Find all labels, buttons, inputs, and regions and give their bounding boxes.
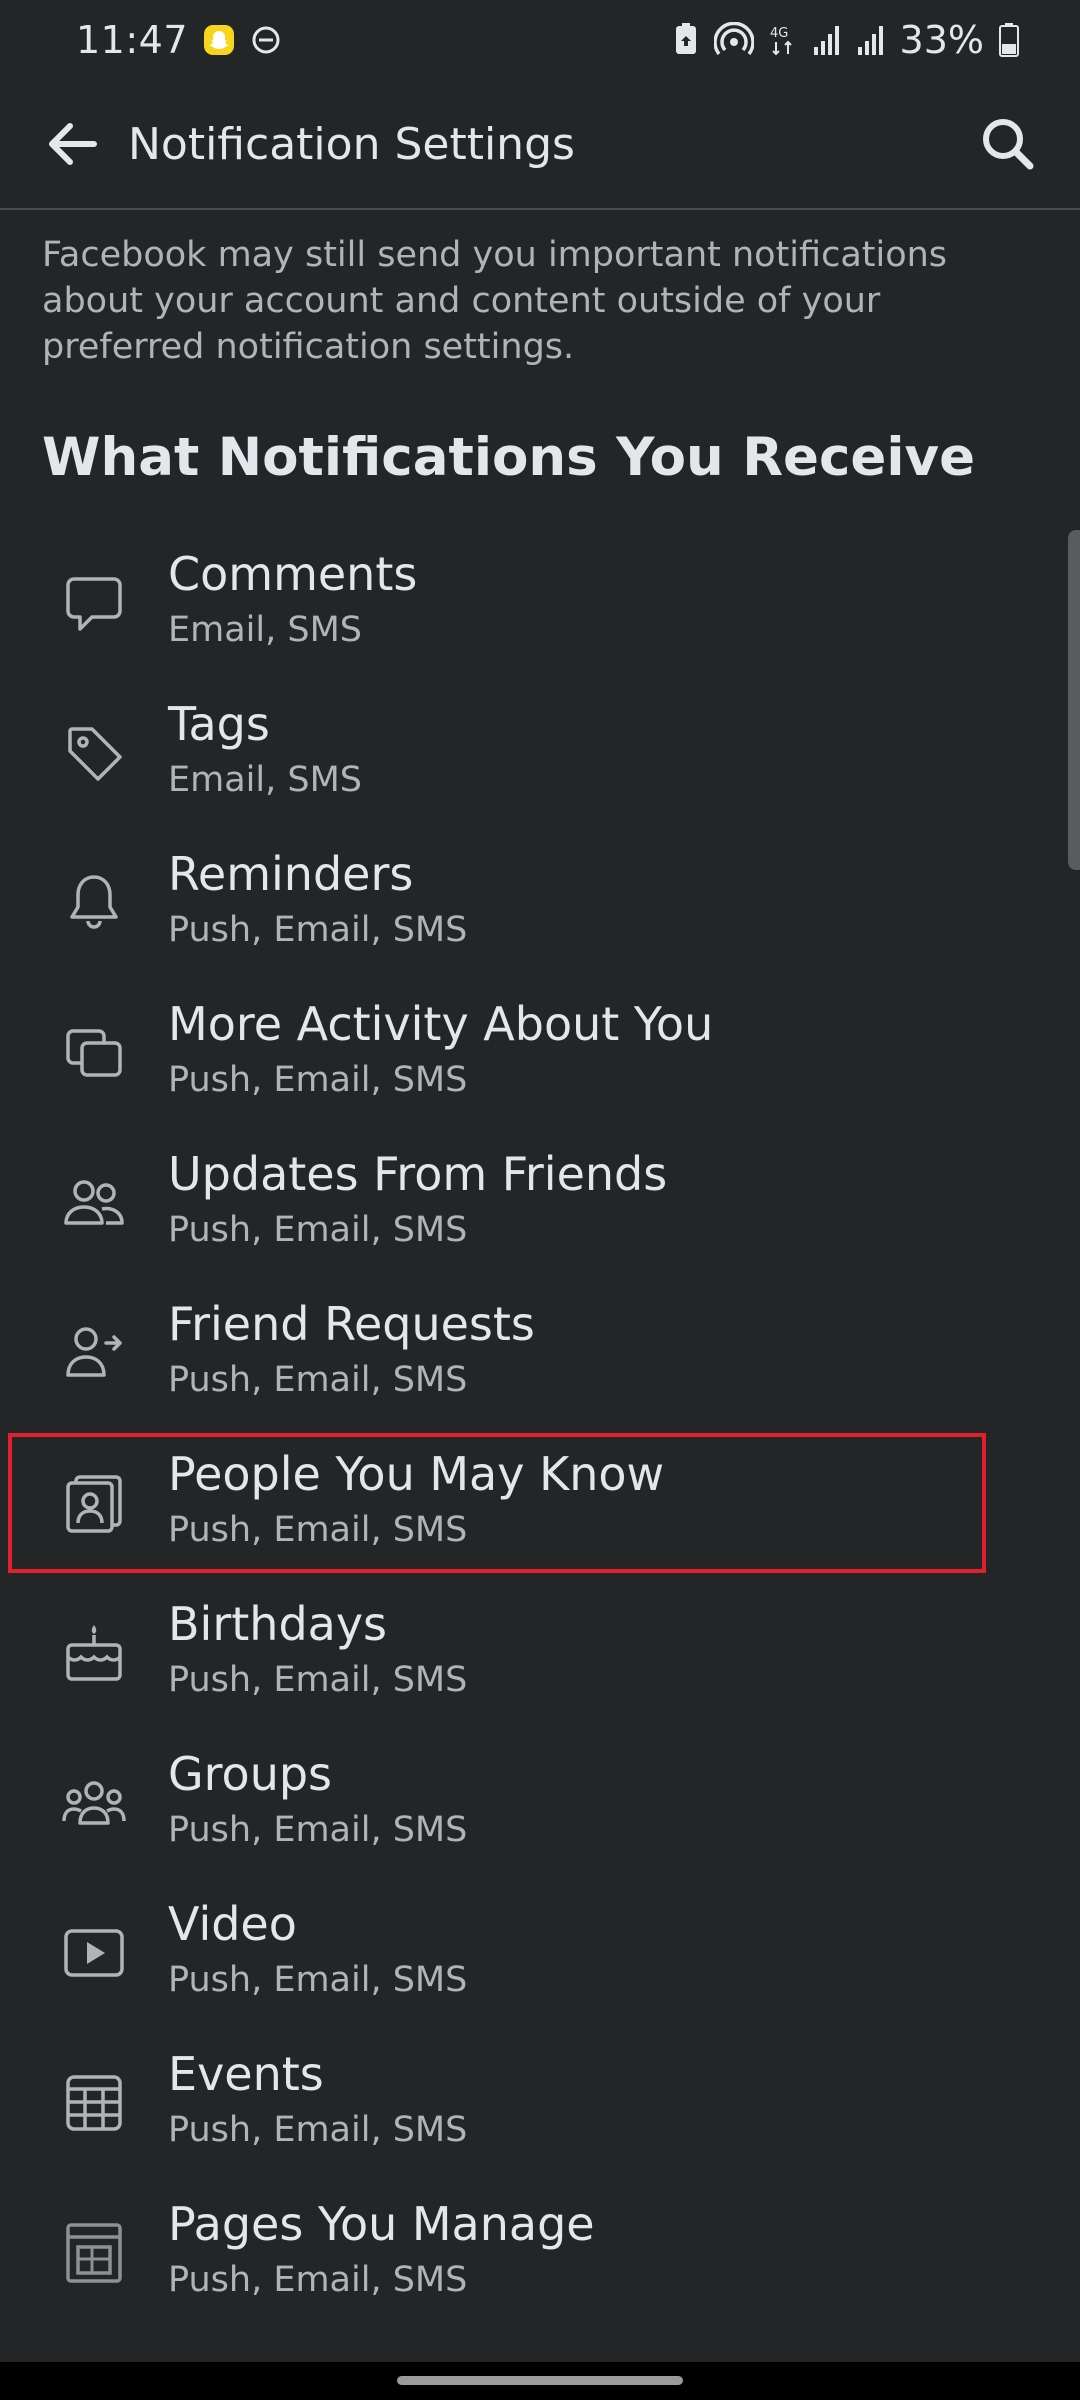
- signal-1-icon: [812, 23, 842, 57]
- setting-item-more-activity[interactable]: More Activity About You Push, Email, SMS: [0, 977, 1080, 1127]
- navigation-bar: [0, 2362, 1080, 2400]
- notification-types-list: Comments Email, SMS Tags Email, SMS Remi…: [0, 527, 1080, 2327]
- setting-title: Groups: [168, 1747, 333, 1801]
- setting-title: Reminders: [168, 847, 414, 901]
- setting-item-comments[interactable]: Comments Email, SMS: [0, 527, 1080, 677]
- back-arrow-icon: [49, 123, 97, 165]
- setting-item-groups[interactable]: Groups Push, Email, SMS: [0, 1727, 1080, 1877]
- groups-icon: [58, 1767, 130, 1839]
- setting-item-birthdays[interactable]: Birthdays Push, Email, SMS: [0, 1577, 1080, 1727]
- setting-item-reminders[interactable]: Reminders Push, Email, SMS: [0, 827, 1080, 977]
- signal-2-icon: [856, 23, 886, 57]
- setting-title: People You May Know: [168, 1447, 665, 1501]
- app-bar: Notification Settings: [0, 80, 1080, 210]
- setting-title: Friend Requests: [168, 1297, 535, 1351]
- svg-text:4G: 4G: [770, 26, 788, 41]
- setting-title: Comments: [168, 547, 418, 601]
- activity-icon: [58, 1017, 130, 1089]
- notification-settings-screen: 11:47 4G 33% Notification Settings Faceb…: [0, 0, 1080, 2400]
- setting-item-updates-from-friends[interactable]: Updates From Friends Push, Email, SMS: [0, 1127, 1080, 1277]
- setting-title: Tags: [168, 697, 270, 751]
- page-icon: [58, 2217, 130, 2289]
- calendar-icon: [58, 2067, 130, 2139]
- settings-content[interactable]: Facebook may still send you important no…: [0, 212, 1080, 2362]
- network-type-icon: 4G: [768, 22, 798, 58]
- birthday-cake-icon: [58, 1617, 130, 1689]
- setting-channels: Push, Email, SMS: [168, 1510, 468, 1550]
- battery-icon: [998, 22, 1020, 58]
- back-button[interactable]: [22, 94, 122, 194]
- scrollbar[interactable]: [1068, 530, 1080, 870]
- status-bar: 11:47 4G 33%: [0, 0, 1080, 80]
- tag-icon: [58, 717, 130, 789]
- setting-channels: Push, Email, SMS: [168, 2110, 468, 2150]
- setting-item-video[interactable]: Video Push, Email, SMS: [0, 1877, 1080, 2027]
- setting-title: Updates From Friends: [168, 1147, 668, 1201]
- status-time: 11:47: [76, 18, 189, 62]
- home-indicator[interactable]: [397, 2376, 683, 2385]
- hotspot-icon: [713, 22, 754, 58]
- setting-item-events[interactable]: Events Push, Email, SMS: [0, 2027, 1080, 2177]
- friends-icon: [58, 1167, 130, 1239]
- battery-percentage: 33%: [899, 18, 984, 62]
- setting-channels: Push, Email, SMS: [168, 1360, 468, 1400]
- setting-channels: Push, Email, SMS: [168, 1960, 468, 2000]
- setting-item-friend-requests[interactable]: Friend Requests Push, Email, SMS: [0, 1277, 1080, 1427]
- people-you-may-know-icon: [58, 1467, 130, 1539]
- setting-title: Video: [168, 1897, 297, 1951]
- friend-request-icon: [58, 1317, 130, 1389]
- search-icon: [983, 119, 1034, 170]
- page-title: Notification Settings: [128, 118, 575, 170]
- setting-channels: Email, SMS: [168, 760, 362, 800]
- setting-channels: Push, Email, SMS: [168, 1810, 468, 1850]
- section-heading: What Notifications You Receive: [42, 427, 976, 488]
- bell-icon: [58, 867, 130, 939]
- setting-channels: Push, Email, SMS: [168, 1210, 468, 1250]
- setting-title: More Activity About You: [168, 997, 714, 1051]
- setting-channels: Push, Email, SMS: [168, 1060, 468, 1100]
- info-text: Facebook may still send you important no…: [42, 235, 948, 367]
- setting-item-tags[interactable]: Tags Email, SMS: [0, 677, 1080, 827]
- setting-title: Events: [168, 2047, 324, 2101]
- setting-channels: Push, Email, SMS: [168, 910, 468, 950]
- video-icon: [58, 1917, 130, 1989]
- setting-title: Birthdays: [168, 1597, 388, 1651]
- battery-saver-icon: [672, 22, 700, 58]
- snapchat-icon: [202, 23, 236, 57]
- setting-title: Pages You Manage: [168, 2197, 595, 2251]
- setting-channels: Email, SMS: [168, 610, 362, 650]
- setting-channels: Push, Email, SMS: [168, 2260, 468, 2300]
- do-not-disturb-icon: [250, 24, 282, 56]
- setting-item-pages-you-manage[interactable]: Pages You Manage Push, Email, SMS: [0, 2177, 1080, 2327]
- search-button[interactable]: [958, 94, 1058, 194]
- setting-item-people-you-may-know[interactable]: People You May Know Push, Email, SMS: [0, 1427, 1080, 1577]
- comment-icon: [58, 567, 130, 639]
- setting-channels: Push, Email, SMS: [168, 1660, 468, 1700]
